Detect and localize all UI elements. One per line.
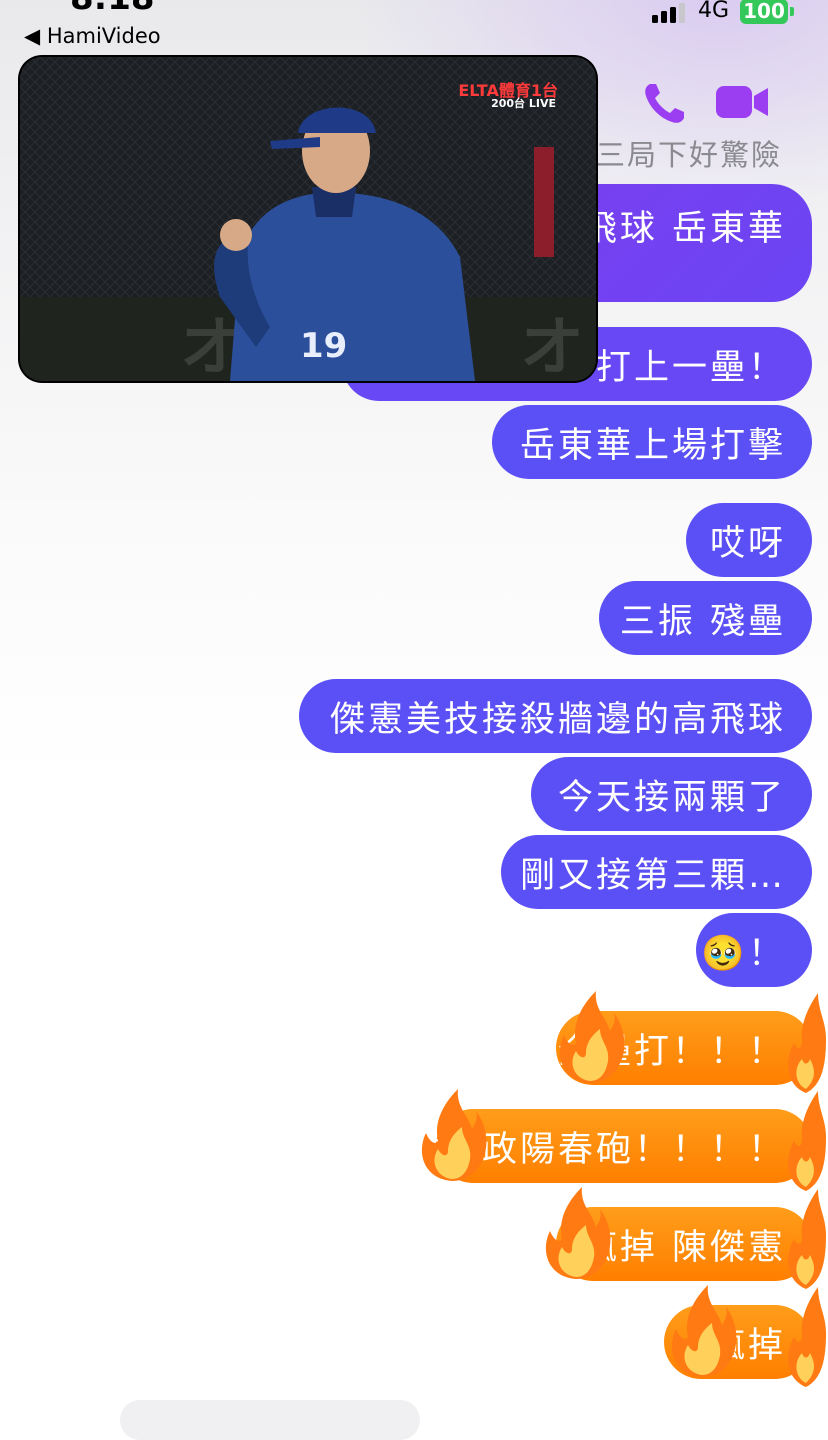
message-text: 傑憲美技接殺牆邊的高飛球 (329, 699, 786, 740)
phone-icon[interactable] (640, 78, 690, 128)
message-text: 全壘打！！！ (557, 1031, 786, 1072)
message-bubble[interactable]: 今天接兩顆了 (531, 757, 812, 831)
battery-cap (790, 7, 794, 16)
message-text: 飛球 岳東華 (581, 209, 786, 249)
message-bubble-fire[interactable]: 林家政陽春砲！！！！ (406, 1109, 812, 1183)
message-bubble[interactable]: 岳東華上場打擊 (492, 405, 812, 479)
video-camera-icon[interactable] (714, 82, 770, 122)
message-text: 哎呀 (709, 523, 786, 564)
status-time: 8:18 (70, 0, 155, 18)
message-bubble-fire[interactable]: 瘋掉 (664, 1305, 812, 1379)
message-text: 打上一壘！ (595, 347, 786, 388)
player-number: 19 (300, 326, 347, 366)
message-bubble[interactable]: 三振 殘壘 (599, 581, 812, 655)
message-bubble[interactable]: 🥹！ (696, 913, 812, 987)
message-bubble[interactable]: 哎呀 (686, 503, 812, 577)
status-bar: 8:18 ◀ HamiVideo 4G 100 (0, 0, 828, 60)
signal-strength-icon (652, 3, 685, 23)
message-text: 岳東華上場打擊 (519, 425, 786, 466)
back-to-app-link[interactable]: ◀ HamiVideo (24, 24, 161, 48)
message-text: 瘋掉 陳傑憲 (581, 1227, 786, 1268)
picture-in-picture-video[interactable]: オ オ 19 ELTA體育1台 200台 LIVE (20, 57, 596, 381)
message-bubble-fire[interactable]: 瘋掉 陳傑憲 (556, 1207, 812, 1281)
message-text: 三振 殘壘 (619, 601, 786, 642)
message-bubble[interactable]: 剛又接第三顆… (501, 835, 812, 909)
message-text: 林家政陽春砲！！！！ (405, 1129, 786, 1170)
message-bubble-fire[interactable]: 全壘打！！！ (556, 1011, 812, 1085)
network-type: 4G (698, 0, 730, 23)
message-input[interactable] (120, 1400, 420, 1440)
message-text: 今天接兩顆了 (557, 777, 786, 818)
battery-indicator: 100 (740, 0, 788, 24)
message-partial: 三局下好驚險 (596, 138, 783, 172)
channel-live-label: 200台 LIVE (491, 97, 556, 110)
svg-text:オ: オ (520, 311, 584, 381)
message-bubble[interactable]: 傑憲美技接殺牆邊的高飛球 (299, 679, 812, 753)
message-text: 🥹！ (701, 933, 786, 974)
message-text: 剛又接第三顆… (519, 855, 786, 896)
message-text: 瘋掉 (709, 1325, 786, 1366)
